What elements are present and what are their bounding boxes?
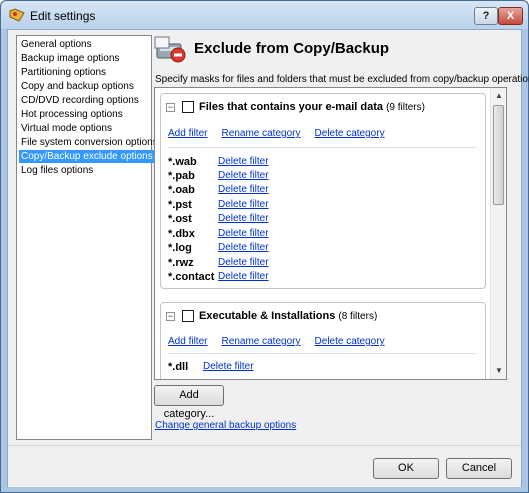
filter-mask: *.rwz <box>168 257 194 269</box>
exclude-backup-icon <box>154 36 186 63</box>
rename-category-link[interactable]: Rename category <box>222 128 301 139</box>
filter-mask: *.pst <box>168 199 192 211</box>
sidebar-item-log-files[interactable]: Log files options <box>19 164 95 177</box>
scroll-thumb[interactable] <box>493 105 504 205</box>
ok-button[interactable]: OK <box>373 458 439 479</box>
delete-filter-link[interactable]: Delete filter <box>203 360 254 374</box>
category-title-text: Executable & Installations <box>199 310 336 322</box>
category-title-text: Files that contains your e-mail data <box>199 101 383 113</box>
filter-category-email: − Files that contains your e-mail data (… <box>160 93 486 289</box>
close-button[interactable]: X <box>498 7 523 25</box>
category-checkbox[interactable] <box>182 101 194 113</box>
add-filter-link[interactable]: Add filter <box>168 336 207 347</box>
filter-mask: *.contact <box>168 271 215 283</box>
divider <box>168 147 477 148</box>
delete-filter-link[interactable]: Delete filter <box>218 169 269 183</box>
filter-mask: *.log <box>168 242 192 254</box>
sidebar-item-general[interactable]: General options <box>19 38 94 51</box>
divider <box>168 353 477 354</box>
delete-filter-link[interactable]: Delete filter <box>218 241 269 255</box>
dialog-body: General options Backup image options Par… <box>7 29 529 487</box>
delete-filter-link[interactable]: Delete filter <box>218 212 269 226</box>
category-filter-count: (8 filters) <box>338 311 378 322</box>
vertical-scrollbar[interactable]: ▲ ▼ <box>490 88 506 379</box>
filter-mask: *.ost <box>168 213 192 225</box>
delete-filter-link[interactable]: Delete filter <box>218 270 269 284</box>
delete-category-link[interactable]: Delete category <box>315 336 385 347</box>
category-checkbox[interactable] <box>182 310 194 322</box>
delete-filter-link[interactable]: Delete filter <box>218 198 269 212</box>
filter-mask: *.oab <box>168 184 195 196</box>
sidebar-item-virtual-mode[interactable]: Virtual mode options <box>19 122 114 135</box>
delete-filter-link[interactable]: Delete filter <box>218 155 269 169</box>
collapse-toggle[interactable]: − <box>166 103 175 112</box>
add-category-button[interactable]: Add category... <box>154 385 224 420</box>
category-actions: Add filter Rename category Delete catego… <box>168 127 396 139</box>
category-title: Executable & Installations (8 filters) <box>199 310 377 322</box>
options-category-list[interactable]: General options Backup image options Par… <box>16 35 158 440</box>
window-title: Edit settings <box>30 9 96 23</box>
sidebar-item-fs-conversion[interactable]: File system conversion options <box>19 136 160 149</box>
delete-filter-link[interactable]: Delete filter <box>218 227 269 241</box>
sidebar-item-partitioning[interactable]: Partitioning options <box>19 66 108 79</box>
scroll-up-icon[interactable]: ▲ <box>492 88 506 104</box>
rename-category-link[interactable]: Rename category <box>222 336 301 347</box>
cancel-button[interactable]: Cancel <box>446 458 512 479</box>
app-icon <box>9 8 25 22</box>
filter-mask: *.dbx <box>168 228 195 240</box>
exclude-filters-panel[interactable]: − Files that contains your e-mail data (… <box>154 87 507 380</box>
sidebar-item-copy-backup[interactable]: Copy and backup options <box>19 80 136 93</box>
scroll-down-icon[interactable]: ▼ <box>492 363 506 379</box>
category-title: Files that contains your e-mail data (9 … <box>199 101 425 113</box>
sidebar-item-cd-dvd[interactable]: CD/DVD recording options <box>19 94 141 107</box>
change-general-backup-options-link[interactable]: Change general backup options <box>155 420 296 431</box>
page-description: Specify masks for files and folders that… <box>155 74 529 85</box>
delete-category-link[interactable]: Delete category <box>315 128 385 139</box>
filter-mask: *.pab <box>168 170 195 182</box>
title-bar[interactable]: Edit settings ? X <box>1 1 528 29</box>
filter-mask: *.wab <box>168 156 197 168</box>
add-filter-link[interactable]: Add filter <box>168 128 207 139</box>
dialog-footer: OK Cancel <box>8 445 521 487</box>
category-actions: Add filter Rename category Delete catego… <box>168 335 396 347</box>
delete-filter-link[interactable]: Delete filter <box>218 256 269 270</box>
page-title: Exclude from Copy/Backup <box>194 40 390 57</box>
help-button[interactable]: ? <box>474 7 498 25</box>
sidebar-item-backup-image[interactable]: Backup image options <box>19 52 121 65</box>
category-filter-count: (9 filters) <box>386 102 425 113</box>
delete-filter-link[interactable]: Delete filter <box>218 183 269 197</box>
settings-window: Edit settings ? X General options Backup… <box>0 0 529 493</box>
filter-category-executable: − Executable & Installations (8 filters)… <box>160 302 486 379</box>
collapse-toggle[interactable]: − <box>166 312 175 321</box>
sidebar-item-exclude[interactable]: Copy/Backup exclude options <box>19 150 155 163</box>
sidebar-item-hot-processing[interactable]: Hot processing options <box>19 108 125 121</box>
